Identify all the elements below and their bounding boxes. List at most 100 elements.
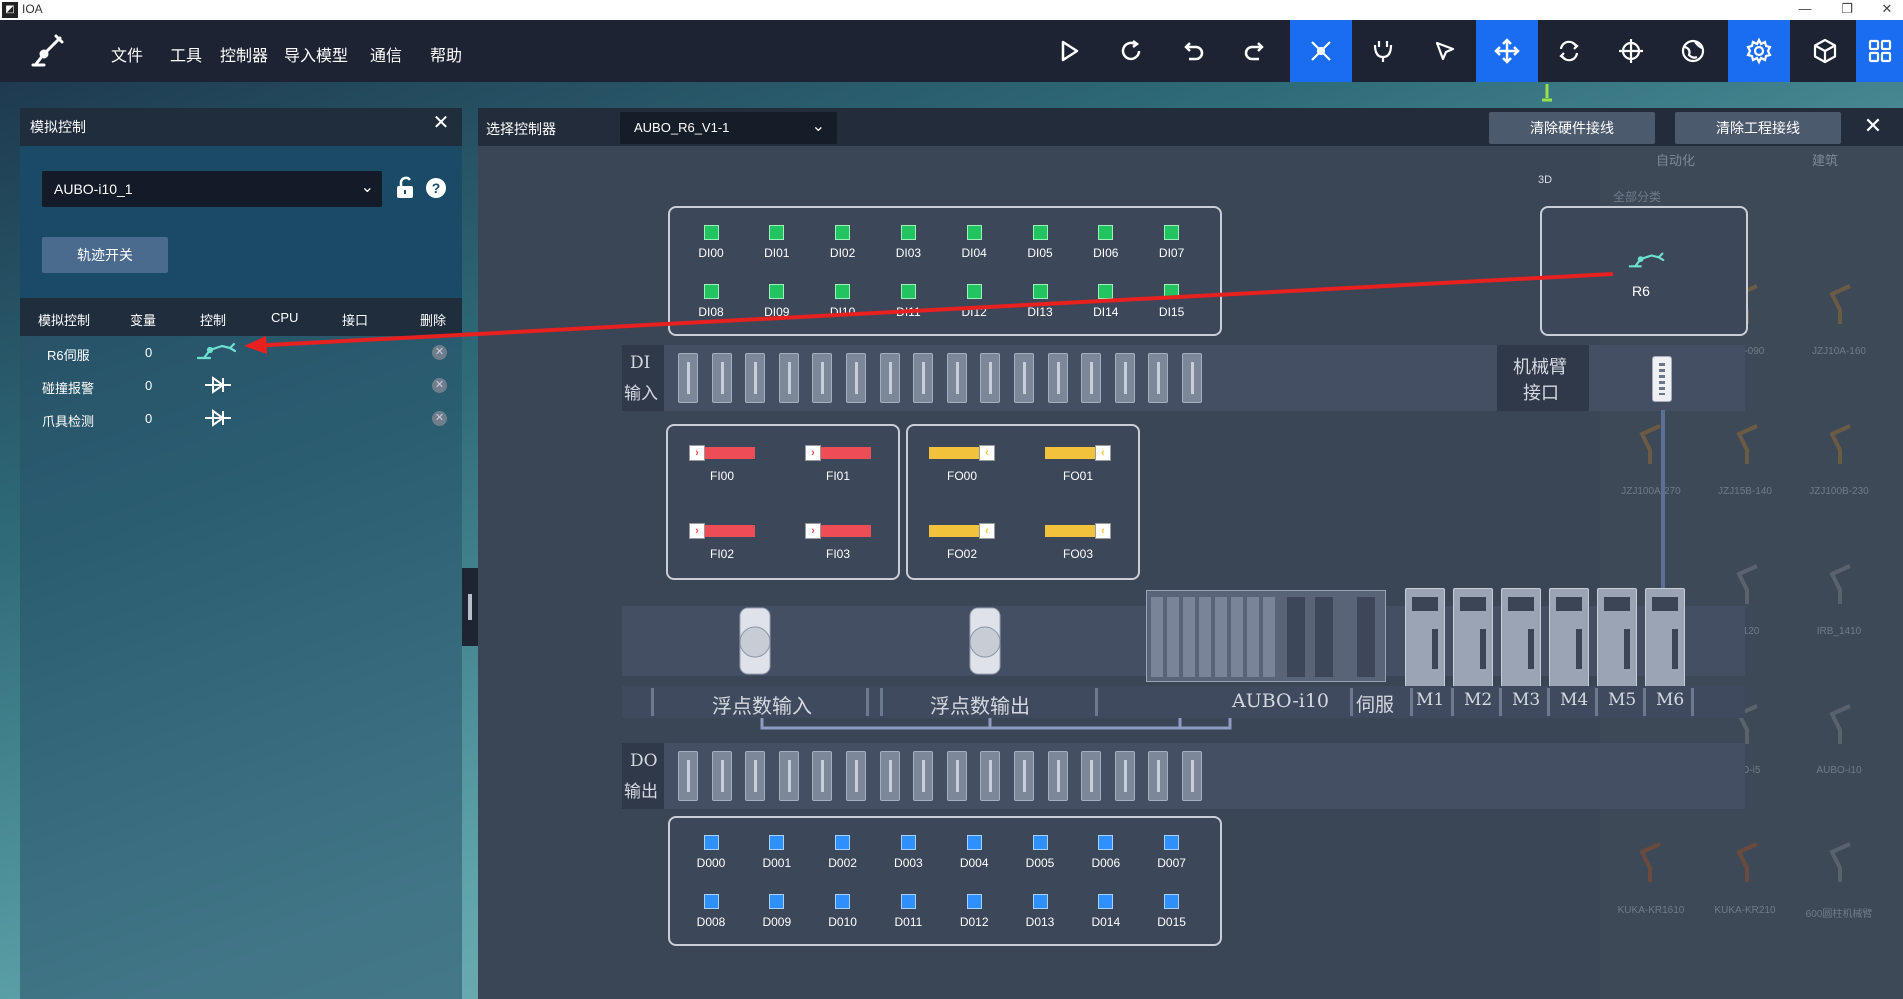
do-terminal[interactable] [812,751,833,801]
menu-tools[interactable]: 工具 [170,42,202,66]
help-icon[interactable]: ? [426,178,446,198]
do-terminal[interactable] [846,751,866,801]
trajectory-toggle-button[interactable]: 轨迹开关 [42,237,168,273]
do-terminal[interactable] [778,751,799,801]
table-row[interactable]: 碰撞报警 0 ✕ [20,369,462,402]
do-channel[interactable]: D008 [683,894,739,929]
do-channel[interactable]: D004 [946,835,1002,870]
fi-channel-knob[interactable]: › [689,523,705,539]
do-terminal[interactable] [678,751,698,801]
servo-drive[interactable] [1405,588,1445,688]
di-terminal[interactable] [1047,353,1068,403]
menu-communication[interactable]: 通信 [370,42,402,66]
do-channel[interactable]: D011 [880,894,936,929]
cube-icon[interactable] [1794,20,1856,82]
menu-import-model[interactable]: 导入模型 [284,42,348,66]
di-channel[interactable]: DI03 [880,225,936,260]
controller-dropdown[interactable]: AUBO-i10_1 ⌄ [42,171,382,207]
di-channel[interactable]: DI05 [1012,225,1068,260]
di-channel[interactable]: DI02 [815,225,871,260]
aubo-controller-rack[interactable] [1146,590,1386,682]
gallery-item[interactable]: AUBO-i10 [1800,765,1878,776]
do-channel[interactable]: D003 [880,835,936,870]
restore-button[interactable]: ❐ [1832,0,1862,20]
rotate-icon[interactable] [1538,20,1600,82]
close-icon[interactable]: ✕ [430,110,452,136]
do-channel[interactable]: D000 [683,835,739,870]
di-terminal[interactable] [980,353,1001,403]
gallery-tab-automation[interactable]: 自动化 [1656,150,1695,169]
servo-drive[interactable] [1501,588,1541,688]
gallery-item[interactable]: JZJ100B-230 [1800,486,1878,497]
do-terminal[interactable] [1114,751,1135,801]
servo-drive[interactable] [1549,588,1589,688]
gallery-filter[interactable]: 全部分类 [1613,188,1661,205]
minimize-button[interactable]: — [1790,0,1820,20]
do-channel[interactable]: D001 [749,835,805,870]
do-terminal[interactable] [879,751,900,801]
play-icon[interactable] [1038,20,1100,82]
do-channel[interactable]: D012 [946,894,1002,929]
gallery-item[interactable]: JZJ15B-140 [1706,486,1784,497]
do-terminal[interactable] [1081,751,1102,801]
di-terminal[interactable] [1014,353,1034,403]
do-channel[interactable]: D014 [1078,894,1134,929]
do-channel[interactable]: D009 [749,894,805,929]
servo-drive[interactable] [1453,588,1493,688]
gallery-item[interactable]: JZJ100A-270 [1612,486,1690,497]
di-channel[interactable]: DI07 [1144,225,1200,260]
di-terminal[interactable] [678,353,698,403]
fi-channel-knob[interactable]: › [689,445,705,461]
float-output-module-icon[interactable] [966,606,1004,676]
do-channel[interactable]: D005 [1012,835,1068,870]
redo-icon[interactable] [1224,20,1286,82]
servo-drive[interactable] [1645,588,1685,688]
do-channel[interactable]: D013 [1012,894,1068,929]
do-terminal[interactable] [711,751,732,801]
fi-channel-slider[interactable]: › [689,445,755,461]
gallery-item[interactable]: KUKA-KR1610 [1612,905,1690,916]
do-terminal[interactable] [946,751,967,801]
do-terminal[interactable] [1047,751,1068,801]
servo-drive[interactable] [1597,588,1637,688]
fi-channel-knob[interactable]: › [805,445,821,461]
do-channel[interactable]: D002 [815,835,871,870]
diode-icon[interactable] [203,408,233,431]
gallery-item[interactable]: JZJ10A-160 [1800,346,1878,357]
menu-help[interactable]: 帮助 [430,42,462,66]
delete-icon[interactable]: ✕ [432,378,447,393]
fo-channel-knob[interactable]: ‹ [979,523,995,539]
di-channel[interactable]: DI06 [1078,225,1134,260]
robot-connector[interactable] [1652,356,1672,402]
do-terminal[interactable] [913,751,934,801]
menu-file[interactable]: 文件 [111,42,143,66]
di-terminal[interactable] [812,353,833,403]
fi-channel-knob[interactable]: › [805,523,821,539]
di-channel[interactable]: DI01 [749,225,805,260]
do-terminal[interactable] [745,751,766,801]
close-icon[interactable]: ✕ [1862,113,1884,139]
cursor-icon[interactable] [1414,20,1476,82]
do-channel[interactable]: D010 [815,894,871,929]
clear-hardware-wiring-button[interactable]: 清除硬件接线 [1489,112,1655,144]
refresh-icon[interactable] [1100,20,1162,82]
fi-channel-slider[interactable]: › [805,445,871,461]
do-channel[interactable]: D015 [1144,894,1200,929]
di-terminal[interactable] [745,353,766,403]
fo-channel-slider[interactable]: ‹ [929,445,995,461]
di-terminal[interactable] [913,353,934,403]
controller-model-dropdown[interactable]: AUBO_R6_V1-1 ⌄ [620,112,837,144]
close-window-button[interactable]: ✕ [1872,0,1902,20]
gallery-item[interactable]: IRB_1410 [1800,626,1878,637]
di-terminal[interactable] [946,353,967,403]
undo-icon[interactable] [1162,20,1224,82]
di-terminal[interactable] [711,353,732,403]
fo-channel-knob[interactable]: ‹ [1095,523,1111,539]
di-terminal[interactable] [778,353,799,403]
di-channel[interactable]: DI04 [946,225,1002,260]
do-terminal[interactable] [980,751,1001,801]
do-terminal[interactable] [1182,751,1202,801]
table-row[interactable]: 爪具检测 0 ✕ [20,402,462,435]
view-mode-label[interactable]: 3D [1538,174,1552,186]
float-input-module-icon[interactable] [736,606,774,676]
